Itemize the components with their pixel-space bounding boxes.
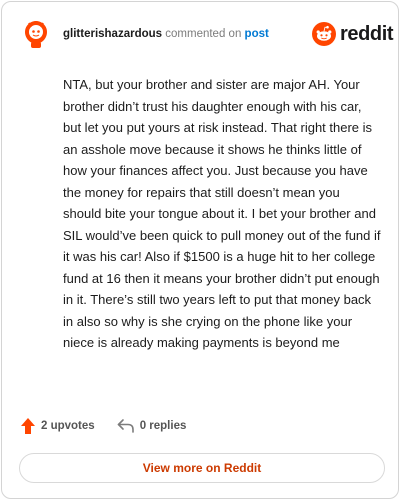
comment-actions: 2 upvotes 0 replies: [20, 416, 186, 436]
reply-group[interactable]: 0 replies: [117, 418, 187, 434]
comment-card: glitterishazardous commented on post red…: [1, 1, 399, 499]
reply-count: 0 replies: [139, 420, 187, 432]
comment-header: glitterishazardous commented on post red…: [2, 2, 398, 62]
logo-text: reddit: [340, 23, 394, 45]
username[interactable]: glitterishazardous: [63, 28, 162, 40]
view-more-button[interactable]: View more on Reddit: [19, 453, 385, 483]
upvote-count: 2 upvotes: [41, 420, 95, 432]
comment-body: NTA, but your brother and sister are maj…: [63, 77, 381, 350]
reply-arrow-icon: [117, 419, 134, 433]
post-link[interactable]: post: [245, 28, 269, 40]
reddit-logo[interactable]: reddit: [312, 21, 394, 47]
comment-attribution: glitterishazardous commented on post: [63, 28, 269, 40]
comment-action: commented on: [165, 28, 242, 40]
avatar[interactable]: [20, 18, 52, 50]
reddit-alien-icon: [312, 22, 336, 46]
upvote-arrow-icon[interactable]: [20, 417, 36, 435]
